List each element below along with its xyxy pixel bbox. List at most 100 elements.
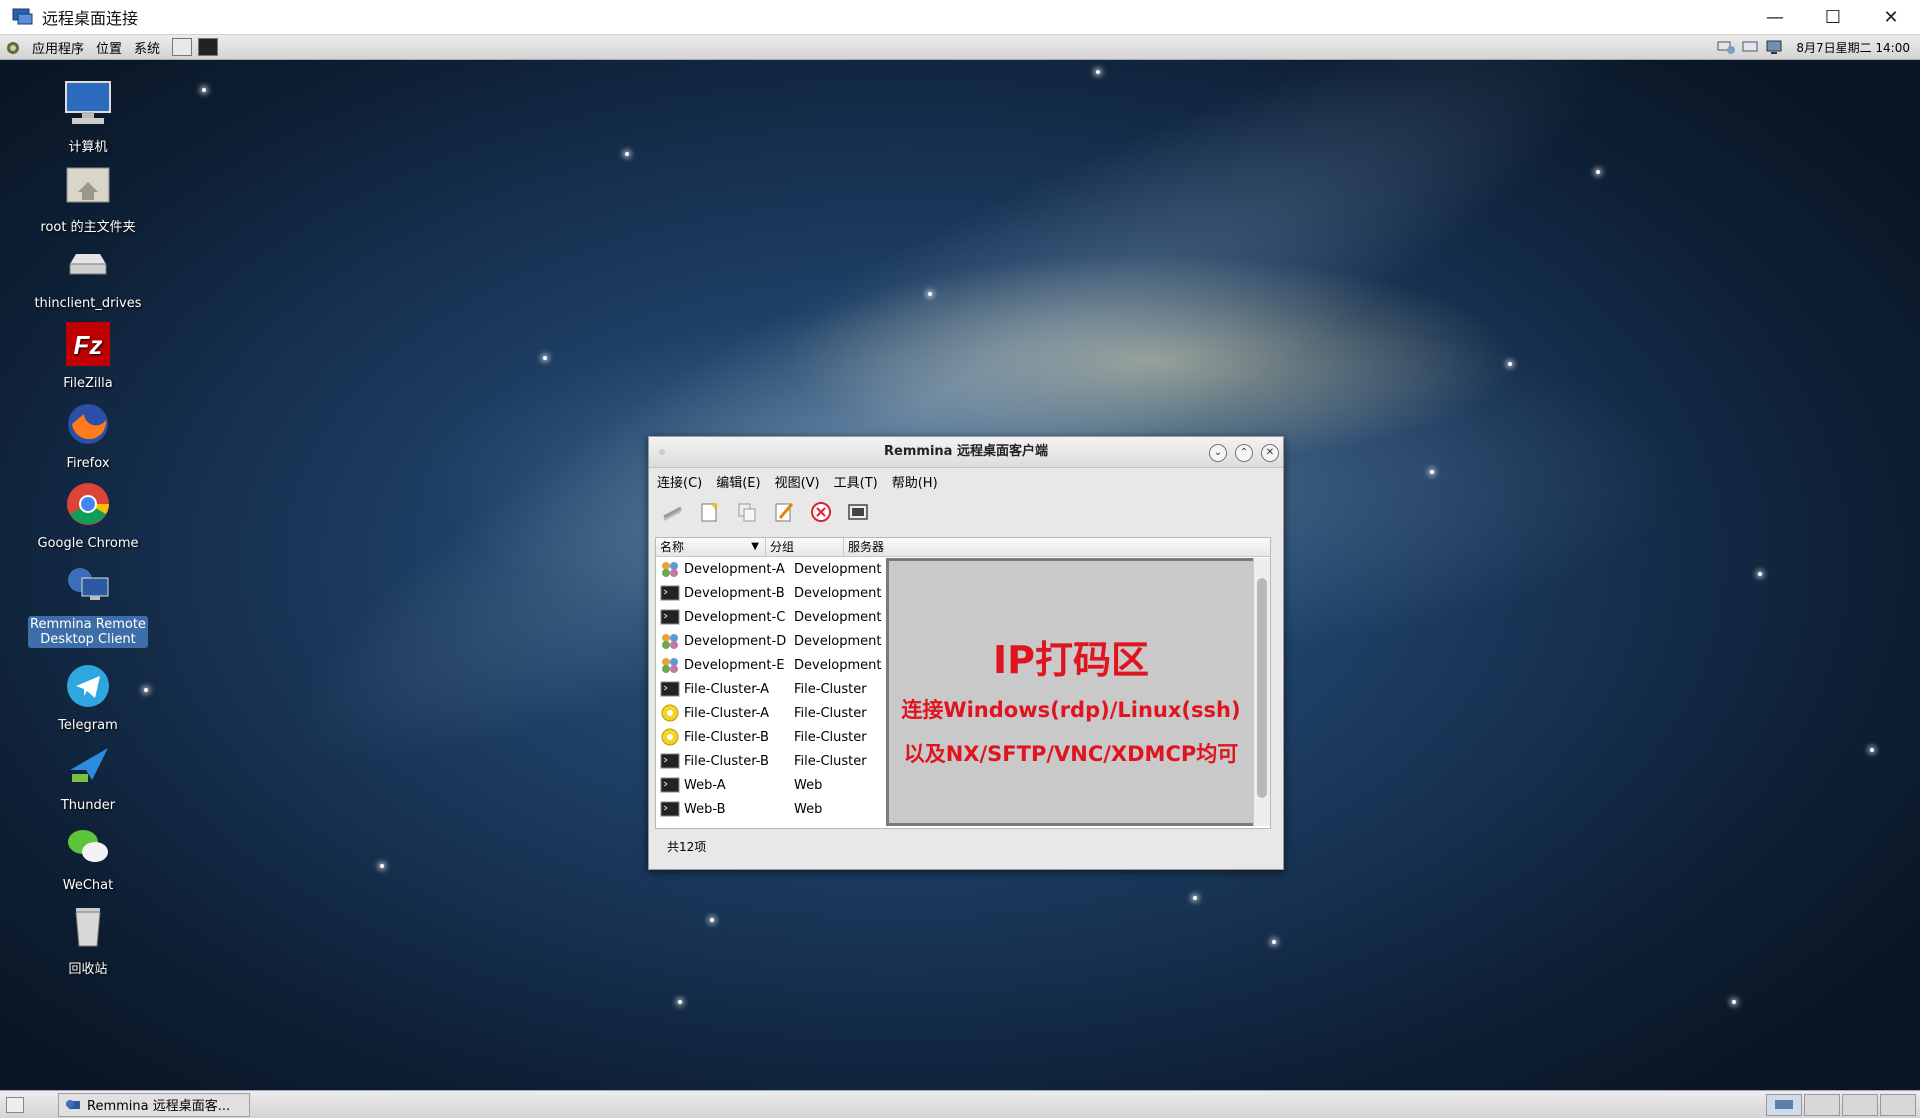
- menu-edit[interactable]: 编辑(E): [716, 472, 760, 491]
- delete-icon[interactable]: [809, 500, 833, 524]
- remote-desktop-icon: [12, 8, 33, 25]
- desktop-icon-filezilla[interactable]: Fz FileZilla: [28, 318, 148, 391]
- computer-icon: [65, 81, 111, 124]
- star: [928, 292, 932, 296]
- preferences-icon[interactable]: [846, 500, 870, 524]
- gnome-foot-icon[interactable]: [4, 38, 22, 56]
- desktop-icon-firefox[interactable]: Firefox: [28, 398, 148, 471]
- desktop-icon-trash[interactable]: 回收站: [28, 900, 148, 977]
- menu-help[interactable]: 帮助(H): [892, 472, 938, 491]
- maximize-button[interactable]: ☐: [1804, 0, 1862, 34]
- window-menu-dot[interactable]: [659, 449, 665, 455]
- star: [1758, 572, 1762, 576]
- remmina-small-icon: [66, 1099, 80, 1109]
- star: [1870, 748, 1874, 752]
- row-group: Development: [794, 657, 882, 673]
- star: [202, 88, 206, 92]
- desktop-icon-computer[interactable]: 计算机: [28, 78, 148, 155]
- ip-mask-overlay: IP打码区 连接Windows(rdp)/Linux(ssh) 以及NX/SFT…: [886, 558, 1256, 826]
- desktop-icon-label: Google Chrome: [37, 536, 139, 551]
- menu-tools[interactable]: 工具(T): [834, 472, 878, 491]
- connect-icon[interactable]: [661, 500, 685, 524]
- star: [1272, 940, 1276, 944]
- workspace-1[interactable]: [1766, 1094, 1802, 1116]
- row-group: Web: [794, 777, 823, 793]
- minimize-chevron-icon[interactable]: ⌄: [1209, 444, 1227, 462]
- column-group[interactable]: 分组: [766, 538, 844, 556]
- row-name: File-Cluster-A: [684, 705, 770, 721]
- mask-line-2: 连接Windows(rdp)/Linux(ssh): [901, 698, 1241, 722]
- ssh-protocol-icon: [660, 752, 680, 770]
- remmina-window: Remmina 远程桌面客户端 ⌄ ⌃ ✕ 连接(C) 编辑(E) 视图(V) …: [648, 436, 1284, 870]
- taskbar-remmina-button[interactable]: Remmina 远程桌面客...: [58, 1092, 250, 1117]
- new-connection-icon[interactable]: [698, 500, 722, 524]
- workspace-3[interactable]: [1842, 1094, 1878, 1116]
- ssh-protocol-icon: [660, 800, 680, 818]
- copy-icon[interactable]: [735, 500, 759, 524]
- desktop-icon-thinclient-drives[interactable]: thinclient_drives: [28, 238, 148, 311]
- remmina-toolbar: [649, 494, 1283, 530]
- network-icon[interactable]: [1716, 39, 1736, 55]
- scrollbar-thumb[interactable]: [1257, 578, 1267, 798]
- maximize-chevron-icon[interactable]: ⌃: [1235, 444, 1253, 462]
- row-group: File-Cluster: [794, 705, 867, 721]
- close-icon[interactable]: ✕: [1261, 444, 1279, 462]
- desktop-icon-wechat[interactable]: WeChat: [28, 820, 148, 893]
- network-status-icon[interactable]: [1740, 39, 1760, 55]
- mask-line-3: 以及NX/SFTP/VNC/XDMCP均可: [903, 742, 1239, 766]
- menu-view[interactable]: 视图(V): [775, 472, 820, 491]
- terminal-launcher-icon[interactable]: [198, 38, 219, 56]
- star: [543, 356, 547, 360]
- workspace-2[interactable]: [1804, 1094, 1840, 1116]
- workspace-4[interactable]: [1880, 1094, 1916, 1116]
- menu-connection[interactable]: 连接(C): [657, 472, 702, 491]
- row-name: File-Cluster-B: [684, 753, 769, 769]
- desktop-icon-label: WeChat: [62, 878, 114, 893]
- ssh-protocol-icon: [660, 584, 680, 602]
- rdp-protocol-icon: [660, 632, 680, 650]
- menu-system[interactable]: 系统: [134, 38, 160, 57]
- row-name: Development-D: [684, 633, 787, 649]
- desktop-icon-chrome[interactable]: Google Chrome: [28, 478, 148, 551]
- row-name: Web-A: [684, 777, 726, 793]
- desktop-icon-home[interactable]: root 的主文件夹: [28, 158, 148, 235]
- desktop-icon-label: Remmina Remote Desktop Client: [28, 616, 148, 648]
- connection-list: 名称 ▼ 分组 服务器 Development-A Development Deve…: [655, 537, 1271, 829]
- row-name: File-Cluster-B: [684, 729, 769, 745]
- row-group: Web: [794, 801, 823, 817]
- star: [1596, 170, 1600, 174]
- telegram-icon: [67, 665, 109, 707]
- menu-places[interactable]: 位置: [96, 38, 122, 57]
- row-group: Development: [794, 609, 882, 625]
- ssh-protocol-icon: [660, 680, 680, 698]
- column-server[interactable]: 服务器: [844, 538, 1270, 556]
- clock[interactable]: 8月7日星期二 14:00: [1796, 39, 1910, 56]
- rdp-window-titlebar: 远程桌面连接 — ☐ ✕: [0, 0, 1920, 35]
- minimize-button[interactable]: —: [1746, 0, 1804, 34]
- edit-icon[interactable]: [772, 500, 796, 524]
- top-panel: 应用程序 位置 系统 8月7日星期二 14:00: [0, 35, 1920, 60]
- close-button[interactable]: ✕: [1862, 0, 1920, 34]
- star: [380, 864, 384, 868]
- row-name: Development-B: [684, 585, 785, 601]
- desktop-icon-label: 回收站: [68, 962, 108, 977]
- desktop-icon-telegram[interactable]: Telegram: [28, 660, 148, 733]
- display-icon[interactable]: [1764, 39, 1784, 55]
- vertical-scrollbar[interactable]: [1253, 558, 1270, 826]
- star: [710, 918, 714, 922]
- desktop-icon-thunder[interactable]: Thunder: [28, 740, 148, 813]
- star: [1430, 470, 1434, 474]
- window-title: 远程桌面连接: [42, 9, 139, 28]
- rdp-protocol-icon: [660, 656, 680, 674]
- desktop-icon-label: FileZilla: [63, 376, 113, 391]
- show-desktop-icon[interactable]: [6, 1096, 24, 1113]
- mask-title: IP打码区: [993, 638, 1149, 682]
- row-group: File-Cluster: [794, 729, 867, 745]
- column-name[interactable]: 名称 ▼: [656, 538, 766, 556]
- remmina-titlebar[interactable]: Remmina 远程桌面客户端 ⌄ ⌃ ✕: [649, 437, 1283, 468]
- text-editor-launcher-icon[interactable]: [172, 38, 193, 56]
- svg-text:Fz: Fz: [74, 330, 103, 360]
- desktop-icon-remmina[interactable]: Remmina Remote Desktop Client: [28, 558, 148, 648]
- menu-applications[interactable]: 应用程序: [32, 38, 84, 57]
- column-group-label: 分组: [770, 540, 795, 554]
